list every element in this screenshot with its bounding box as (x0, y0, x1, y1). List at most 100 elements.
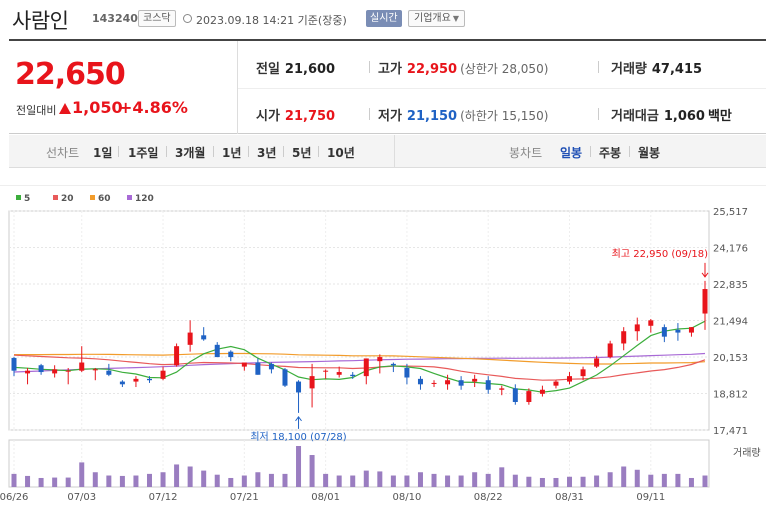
volume-bar (350, 475, 356, 487)
volume-bar (431, 473, 437, 487)
current-price: 22,650 (15, 57, 126, 92)
candle-body (174, 346, 180, 366)
candle-body (417, 378, 423, 385)
tab-separator (629, 146, 630, 157)
volume-bar (214, 474, 220, 487)
volume-bar (228, 477, 234, 487)
low-label: 저가 (378, 109, 402, 124)
candle-body (621, 331, 627, 344)
candle-body (567, 376, 573, 382)
volume-label: 거래량 (611, 62, 647, 77)
y-tick-label: 20,153 (713, 353, 748, 364)
open-label: 시가 (256, 109, 280, 124)
company-overview-label: 기업개요 (414, 13, 451, 24)
candle-body (268, 363, 274, 370)
quote-separator (598, 108, 599, 120)
change-label: 전일대비 (16, 104, 57, 117)
candle-body (92, 369, 98, 371)
tab-candle-daily[interactable]: 일봉 (560, 144, 582, 161)
x-tick-label: 07/03 (67, 492, 96, 503)
volume-bar (363, 470, 369, 487)
tab-separator (590, 146, 591, 157)
tab-separator (118, 146, 119, 157)
legend-label: 120 (135, 194, 154, 204)
candle-body (11, 357, 17, 371)
tab-candle-monthly[interactable]: 월봉 (638, 144, 660, 161)
volume-bar (268, 473, 274, 487)
tab-candle-chart[interactable]: 봉차트 (509, 144, 542, 161)
volume-bar (458, 475, 464, 487)
x-tick-label: 06/26 (0, 492, 28, 503)
volume-bar (241, 475, 247, 487)
volume-bar (133, 475, 139, 487)
legend-label: 60 (98, 194, 111, 204)
stock-code: 143240 (92, 12, 138, 25)
quote-timestamp: 2023.09.18 14:21 기준(장중) (196, 14, 347, 27)
up-triangle-icon (59, 103, 71, 114)
candle-body (594, 358, 600, 367)
amount-unit: 백만 (707, 109, 732, 124)
legend-label: 5 (24, 194, 30, 204)
candle-body (133, 378, 139, 382)
clock-icon (183, 14, 192, 23)
volume-bar (404, 475, 410, 487)
volume-bar (296, 446, 302, 487)
candle-body (282, 369, 288, 386)
volume-bar (580, 476, 586, 487)
candle-body (688, 327, 694, 333)
volume-bar (661, 473, 667, 487)
tab-separator (318, 146, 319, 157)
volume-bar (79, 462, 85, 487)
company-overview-button[interactable]: 기업개요 ▼ (408, 10, 465, 27)
tab-separator (213, 146, 214, 157)
volume-bar (485, 473, 491, 487)
candle-body (255, 362, 261, 375)
high-value: 22,950 (406, 62, 458, 77)
candle-body (526, 391, 532, 402)
candle-body (363, 358, 369, 377)
volume-value: 47,415 (651, 62, 703, 77)
y-tick-label: 18,812 (713, 390, 748, 401)
tab-period-3y[interactable]: 3년 (257, 144, 276, 161)
volume-bar (187, 466, 193, 487)
tab-period-5y[interactable]: 5년 (292, 144, 311, 161)
tab-period-10y[interactable]: 10년 (327, 144, 355, 161)
volume-bar (607, 472, 613, 487)
candle-body (106, 370, 112, 375)
candle-body (65, 370, 71, 372)
ma60-line (14, 352, 706, 365)
quote-divider (238, 88, 766, 89)
tab-candle-weekly[interactable]: 주봉 (599, 144, 621, 161)
x-tick-label: 08/10 (393, 492, 422, 503)
volume-bar (445, 475, 451, 487)
candle-body (458, 380, 464, 386)
candle-body (445, 380, 451, 385)
candle-body (702, 289, 708, 314)
tab-period-1w[interactable]: 1주일 (128, 144, 158, 161)
tab-separator (248, 146, 249, 157)
tab-line-chart[interactable]: 선차트 (46, 144, 79, 161)
candle-body (472, 378, 478, 382)
candle-body (648, 320, 654, 326)
candle-body (25, 370, 31, 374)
volume-bar (377, 471, 383, 487)
quote-separator (598, 61, 599, 73)
tab-group-divider (394, 135, 395, 168)
volume-bar (146, 473, 152, 487)
tab-period-3m[interactable]: 3개월 (175, 144, 205, 161)
volume-bar (417, 472, 423, 487)
candle-body (336, 372, 342, 375)
volume-bar (390, 475, 396, 487)
realtime-button[interactable]: 실시간 (366, 10, 402, 27)
tab-period-1d[interactable]: 1일 (93, 144, 112, 161)
volume-axis-label: 거래량 (733, 447, 761, 459)
candle-body (309, 376, 315, 389)
tab-period-1y[interactable]: 1년 (222, 144, 241, 161)
x-tick-label: 07/12 (149, 492, 178, 503)
volume-bar (25, 475, 31, 487)
candle-body (296, 381, 302, 393)
candlestick-chart[interactable]: 5 20 60 120 25,517 24,176 22,835 21,494 20,153 18… (0, 185, 766, 511)
volume-bar (92, 472, 98, 487)
candle-body (350, 374, 356, 377)
volume-bar (621, 466, 627, 487)
